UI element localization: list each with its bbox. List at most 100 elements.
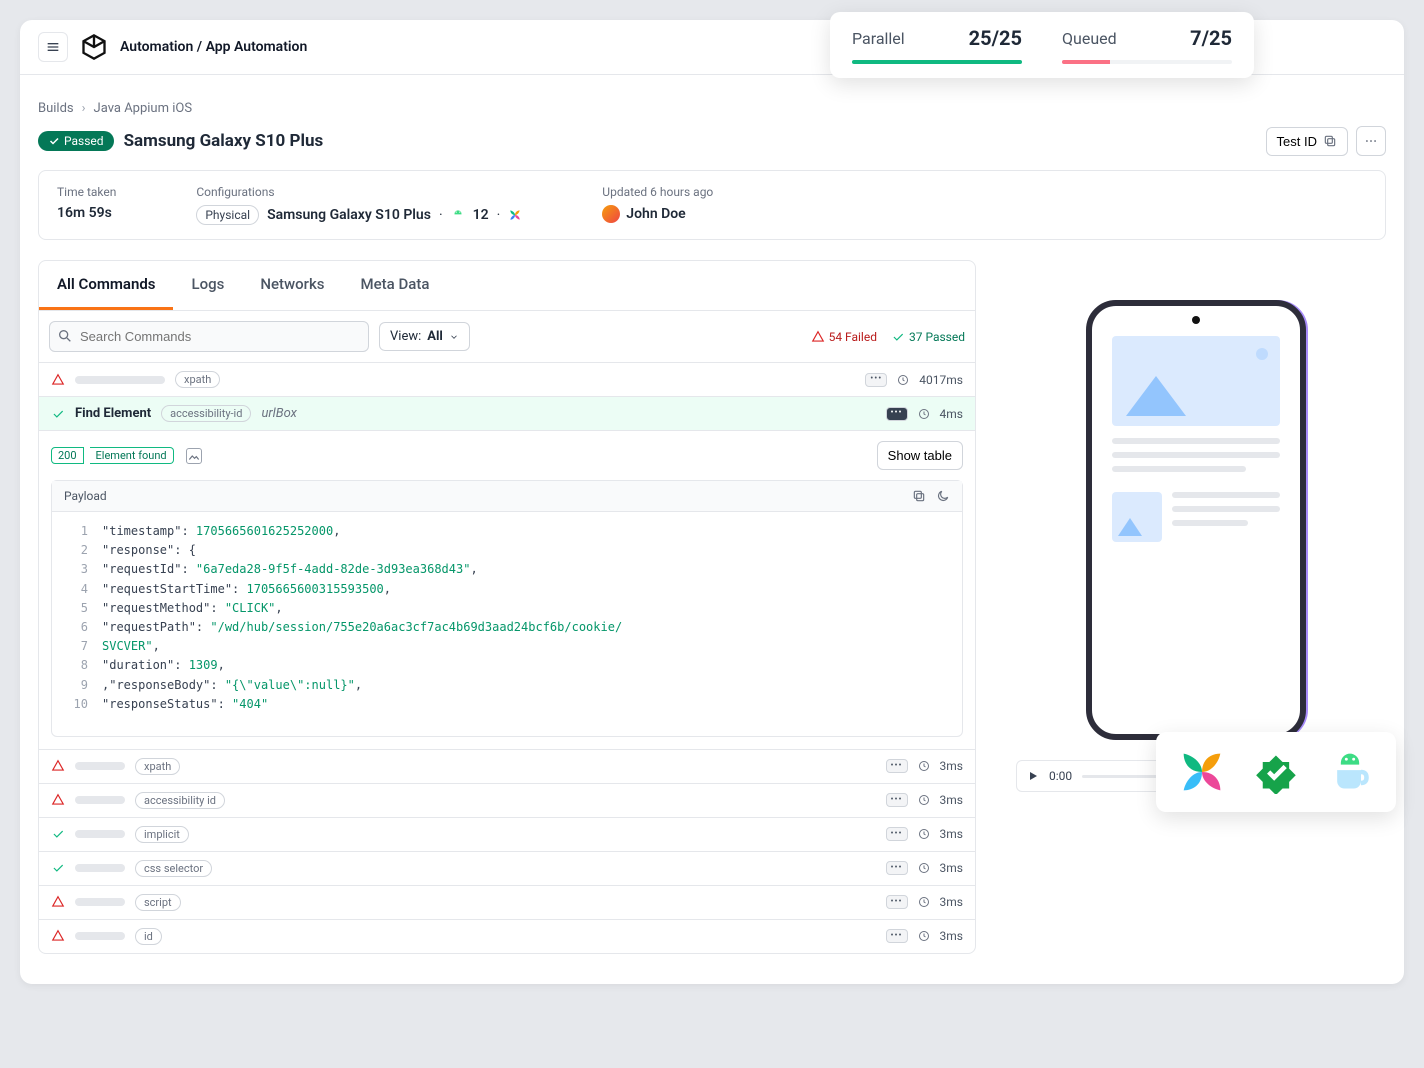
check-icon — [51, 827, 65, 841]
row-time: 3ms — [940, 861, 963, 875]
copy-icon[interactable] — [912, 489, 926, 503]
check-icon — [891, 330, 905, 344]
camera-dot — [1192, 316, 1200, 324]
warning-icon — [51, 373, 65, 387]
selector-tag: id — [135, 928, 162, 945]
row-more-button[interactable]: ••• — [886, 895, 908, 909]
row-time: 3ms — [940, 827, 963, 841]
command-param: urlBox — [261, 406, 296, 421]
clock-icon — [918, 930, 930, 942]
copy-icon — [1323, 134, 1337, 148]
player-current: 0:00 — [1049, 769, 1072, 783]
row-time: 4017ms — [919, 373, 963, 387]
command-row[interactable]: script •••3ms — [39, 885, 975, 919]
warning-icon — [51, 793, 65, 807]
redacted-text — [75, 864, 125, 872]
selector-tag: xpath — [135, 758, 180, 775]
check-icon — [51, 861, 65, 875]
updated-label: Updated 6 hours ago — [602, 185, 713, 199]
warning-icon — [51, 759, 65, 773]
view-label: View: — [390, 329, 421, 344]
stat-queued-label: Queued — [1062, 29, 1117, 48]
stat-parallel-label: Parallel — [852, 29, 905, 48]
redacted-text — [75, 376, 165, 384]
row-time: 3ms — [940, 793, 963, 807]
failed-count: 54 Failed — [811, 330, 877, 344]
app-frame: Parallel 25/25 Queued 7/25 Automation / … — [20, 20, 1404, 984]
tab-all-commands[interactable]: All Commands — [39, 261, 173, 310]
tabs: All Commands Logs Networks Meta Data — [39, 261, 975, 311]
search-input[interactable] — [49, 321, 369, 352]
row-more-button[interactable]: ••• — [886, 861, 908, 875]
stat-queued-value: 7/25 — [1190, 26, 1232, 50]
selector-tag: css selector — [135, 860, 212, 877]
warning-icon — [51, 895, 65, 909]
menu-button[interactable] — [38, 32, 68, 62]
more-button[interactable] — [1356, 126, 1386, 156]
time-taken-value: 16m 59s — [57, 205, 116, 221]
stats-card: Parallel 25/25 Queued 7/25 — [830, 12, 1254, 78]
row-more-button[interactable]: ••• — [886, 929, 908, 943]
row-more-button[interactable]: ••• — [886, 407, 908, 421]
selector-tag: xpath — [175, 371, 220, 388]
selector-tag: implicit — [135, 826, 189, 843]
breadcrumb-current: Java Appium iOS — [94, 101, 193, 116]
stat-parallel-bar — [852, 60, 1022, 64]
breadcrumb-root[interactable]: Builds — [38, 101, 74, 116]
view-dropdown[interactable]: View: All — [379, 322, 470, 351]
payload-code: 1"timestamp": 1705665601625252000,2 "res… — [52, 512, 962, 736]
hamburger-icon — [45, 39, 61, 55]
tab-networks[interactable]: Networks — [242, 261, 342, 310]
row-time: 3ms — [940, 929, 963, 943]
redacted-text — [75, 762, 125, 770]
clock-icon — [918, 828, 930, 840]
command-row[interactable]: implicit ••• 3ms — [39, 817, 975, 851]
pinwheel-icon — [508, 208, 522, 222]
row-more-button[interactable]: ••• — [886, 793, 908, 807]
command-row[interactable]: xpath ••• 4017ms — [39, 362, 975, 396]
status-badge-text: Passed — [64, 134, 104, 148]
configurations-label: Configurations — [196, 185, 522, 199]
test-id-label: Test ID — [1277, 134, 1317, 149]
payload-box: Payload 1"timestamp": 170566560162525200… — [51, 480, 963, 737]
play-icon[interactable] — [1027, 770, 1039, 782]
logo-icon — [80, 33, 108, 61]
dots-horizontal-icon — [1364, 134, 1378, 148]
clock-icon — [918, 408, 930, 420]
placeholder-thumb — [1112, 492, 1162, 542]
device-frame — [1086, 300, 1306, 740]
row-more-button[interactable]: ••• — [886, 827, 908, 841]
device-screen — [1092, 306, 1300, 572]
show-table-button[interactable]: Show table — [877, 441, 963, 470]
clock-icon — [897, 374, 909, 386]
search-icon — [57, 328, 73, 344]
row-more-button[interactable]: ••• — [886, 759, 908, 773]
tab-logs[interactable]: Logs — [173, 261, 242, 310]
redacted-text — [75, 932, 125, 940]
redacted-text — [75, 830, 125, 838]
row-time: 3ms — [940, 895, 963, 909]
placeholder-image — [1112, 336, 1280, 426]
stat-parallel-value: 25/25 — [969, 26, 1022, 50]
command-row-selected[interactable]: Find Element accessibility-id urlBox •••… — [39, 396, 975, 430]
status-code: 200 — [51, 447, 84, 464]
command-row[interactable]: accessibility id •••3ms — [39, 783, 975, 817]
command-row[interactable]: xpath •••3ms — [39, 749, 975, 783]
tab-metadata[interactable]: Meta Data — [343, 261, 448, 310]
image-icon[interactable] — [186, 448, 202, 464]
android-cup-icon — [1328, 750, 1372, 794]
stat-queued: Queued 7/25 — [1062, 26, 1232, 64]
check-icon — [51, 407, 65, 421]
commands-panel: All Commands Logs Networks Meta Data Vie… — [38, 260, 976, 954]
check-badge-icon — [1254, 750, 1298, 794]
device-name: Samsung Galaxy S10 Plus — [267, 207, 431, 223]
command-row[interactable]: id ••• 3ms — [39, 919, 975, 953]
test-id-button[interactable]: Test ID — [1266, 127, 1348, 156]
payload-title: Payload — [64, 489, 107, 503]
status-text: Element found — [90, 447, 174, 464]
moon-icon[interactable] — [936, 489, 950, 503]
device-preview-column: 0:00 2:25 — [1006, 260, 1386, 792]
command-row[interactable]: css selector ••• 3ms — [39, 851, 975, 885]
row-more-button[interactable]: ••• — [865, 373, 887, 387]
stat-queued-bar — [1062, 60, 1110, 64]
